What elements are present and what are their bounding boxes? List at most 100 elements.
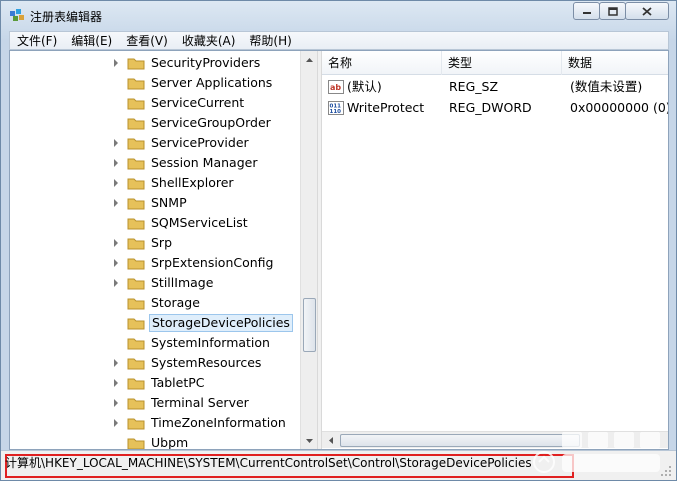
tree-item-label: ShellExplorer [151,175,234,190]
menu-view[interactable]: 查看(V) [119,32,175,49]
folder-icon [127,198,145,210]
window-title: 注册表编辑器 [30,10,103,24]
tree-item[interactable]: TabletPC [10,373,300,393]
list-horizontal-scrollbar[interactable] [322,431,668,448]
tree-item[interactable]: SecurityProviders [10,53,300,73]
folder-icon [127,278,145,290]
regedit-app-icon [10,9,24,21]
tree-item[interactable]: ServiceProvider [10,133,300,153]
tree-item[interactable]: Session Manager [10,153,300,173]
column-header-type[interactable]: 类型 [442,51,562,75]
value-name: WriteProtect [347,100,425,115]
folder-icon [127,178,145,190]
value-type: REG_SZ [449,79,499,94]
tree-item[interactable]: ServiceCurrent [10,93,300,113]
value-row[interactable]: 011 110 WriteProtect REG_DWORD 0x0000000… [322,98,668,119]
expand-arrow-icon[interactable] [114,419,118,427]
tree-item-label: TabletPC [151,375,205,390]
tree-item-label: Storage [151,295,200,310]
expand-arrow-icon[interactable] [114,239,118,247]
expand-arrow-icon[interactable] [114,199,118,207]
menu-help[interactable]: 帮助(H) [242,32,298,49]
menu-bar: 文件(F) 编辑(E) 查看(V) 收藏夹(A) 帮助(H) [9,31,669,50]
regedit-window: 注册表编辑器 文件(F) 编辑(E) 查看(V) 收藏夹(A) 帮助(H) Se… [0,0,677,481]
current-key-path: 计算机\HKEY_LOCAL_MACHINE\SYSTEM\CurrentCon… [5,456,532,470]
tree-item-label: ServiceProvider [151,135,249,150]
expand-arrow-icon[interactable] [114,59,118,67]
expand-arrow-icon[interactable] [114,359,118,367]
tree-item[interactable]: TimeZoneInformation [10,413,300,433]
expand-arrow-icon[interactable] [114,259,118,267]
folder-icon [127,58,145,70]
tree-item-label: SecurityProviders [151,55,261,70]
scroll-down-button[interactable] [301,432,317,449]
folder-icon [127,418,145,430]
column-header-name[interactable]: 名称 [322,51,442,75]
tree-item-label: SrpExtensionConfig [151,255,274,270]
folder-icon [127,118,145,130]
maximize-button[interactable] [599,2,626,20]
folder-icon [127,78,145,90]
key-tree[interactable]: SecurityProviders Server Applications Se… [10,51,317,449]
tree-item-label: Terminal Server [151,395,249,410]
folder-icon [127,438,145,449]
tree-item[interactable]: SrpExtensionConfig [10,253,300,273]
tree-item-label: ServiceGroupOrder [151,115,271,130]
menu-edit[interactable]: 编辑(E) [64,32,119,49]
close-button[interactable] [625,2,669,20]
string-value-icon: ab [328,80,344,94]
menu-file[interactable]: 文件(F) [10,32,64,49]
tree-item[interactable]: Storage [10,293,300,313]
expand-arrow-icon[interactable] [114,139,118,147]
binary-value-icon: 011 110 [328,101,344,115]
folder-icon [127,358,145,370]
expand-arrow-icon[interactable] [114,179,118,187]
tree-item[interactable]: SystemResources [10,353,300,373]
tree-item-selected[interactable]: StorageDevicePolicies [10,313,300,333]
minimize-button[interactable] [573,2,600,20]
tree-item[interactable]: StillImage [10,273,300,293]
folder-icon [127,218,145,230]
chevron-up-icon [306,57,313,62]
resize-grip-icon[interactable] [660,465,672,477]
tree-item-label: SystemResources [151,355,262,370]
tree-item-label: Session Manager [151,155,258,170]
folder-icon [127,378,145,390]
menu-favorites[interactable]: 收藏夹(A) [175,32,243,49]
expand-arrow-icon[interactable] [114,399,118,407]
tree-item-label: StorageDevicePolicies [149,314,293,332]
minimize-icon [582,12,591,14]
tree-item[interactable]: SQMServiceList [10,213,300,233]
scroll-thumb[interactable] [340,434,580,447]
tree-item[interactable]: Server Applications [10,73,300,93]
value-data: (数值未设置) [570,79,643,94]
folder-icon [127,158,145,170]
folder-icon [127,398,145,410]
value-row[interactable]: ab (默认) REG_SZ (数值未设置) [322,77,668,98]
expand-arrow-icon[interactable] [114,379,118,387]
svg-text:110: 110 [330,109,342,115]
folder-icon [127,318,145,330]
chevron-down-icon [306,438,313,443]
expand-arrow-icon[interactable] [114,159,118,167]
tree-item[interactable]: ShellExplorer [10,173,300,193]
close-icon [642,6,652,16]
restore-icon [607,6,618,16]
folder-icon [127,138,145,150]
tree-item-label: SQMServiceList [151,215,248,230]
tree-item[interactable]: ServiceGroupOrder [10,113,300,133]
scroll-thumb[interactable] [303,298,316,352]
expand-arrow-icon[interactable] [114,279,118,287]
tree-item-label: ServiceCurrent [151,95,245,110]
tree-item[interactable]: SystemInformation [10,333,300,353]
tree-item[interactable]: SNMP [10,193,300,213]
values-list[interactable]: 名称 类型 数据 ab (默认) REG_SZ (数值未设置) 011 110 [322,51,668,449]
tree-item[interactable]: Terminal Server [10,393,300,413]
scroll-left-button[interactable] [322,432,339,449]
tree-vertical-scrollbar[interactable] [300,51,317,449]
scroll-up-button[interactable] [301,51,317,68]
tree-item[interactable]: Ubpm [10,433,300,449]
column-header-data[interactable]: 数据 [562,51,668,75]
tree-item[interactable]: Srp [10,233,300,253]
title-bar[interactable]: 注册表编辑器 [1,1,676,31]
